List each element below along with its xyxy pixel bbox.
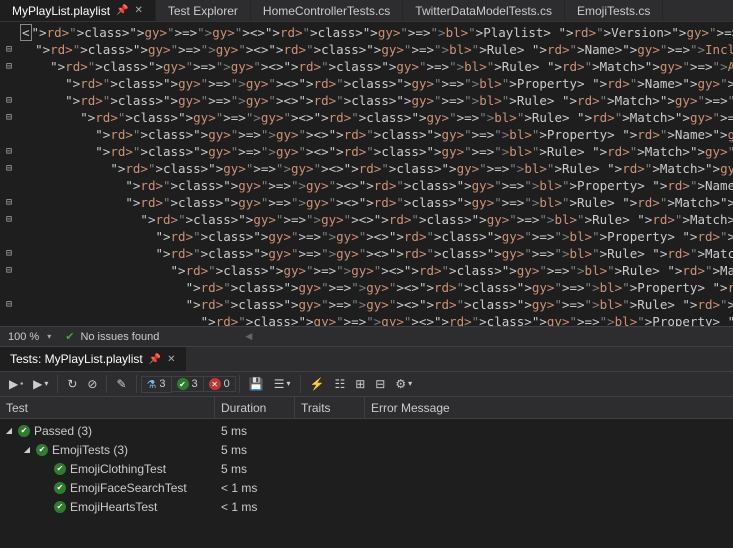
pass-icon: ✔ [54,501,66,513]
zoom-dropdown-icon[interactable]: ▾ [47,332,59,341]
settings-icon[interactable]: ⚙▾ [390,374,417,394]
col-error[interactable]: Error Message [365,397,733,418]
filter-failed[interactable]: ✕0 [203,376,236,392]
test-label: EmojiClothingTest [70,462,166,476]
pass-icon: ✔ [36,444,48,456]
zoom-level[interactable]: 100 % [0,331,47,343]
filter-all[interactable]: ⚗3 [141,376,172,393]
fold-toggle[interactable] [0,75,18,92]
code-content[interactable]: <">rd>">class>">gy>">=>">gy>"><>">rd>">c… [18,22,733,326]
tab-playlist[interactable]: MyPlayList.playlist 📌 ✕ [0,0,156,21]
test-label: EmojiTests (3) [52,443,128,457]
test-row[interactable]: ✔ EmojiHeartsTest < 1 ms [0,497,733,516]
test-duration: < 1 ms [215,500,295,514]
col-traits[interactable]: Traits [295,397,365,418]
test-label: Passed (3) [34,424,92,438]
tab-test-explorer[interactable]: Test Explorer [156,0,251,21]
fold-toggle[interactable] [0,279,18,296]
fold-toggle[interactable]: ⊟ [0,160,18,177]
test-row[interactable]: ◢ ✔ EmojiTests (3) 5 ms [0,440,733,459]
fold-toggle[interactable]: ⊟ [0,92,18,109]
tab-label: EmojiTests.cs [577,4,650,18]
fold-toggle[interactable]: ⊟ [0,262,18,279]
test-duration: 5 ms [215,424,295,438]
fold-toggle[interactable]: ⊟ [0,296,18,313]
test-duration: 5 ms [215,462,295,476]
col-test[interactable]: Test [0,397,215,418]
horizontal-scrollbar[interactable]: ◀ [159,331,733,342]
test-row[interactable]: ◢ ✔ Passed (3) 5 ms [0,421,733,440]
pass-icon: ✔ [54,482,66,494]
test-toolbar: ▶▪ ▶▾ ↻ ⊘ ✎ ⚗3 ✔3 ✕0 💾 ☰▾ ⚡ ☷ ⊞ ⊟ ⚙▾ [0,371,733,397]
fold-toggle[interactable] [0,313,18,326]
tab-emoji-tests[interactable]: EmojiTests.cs [565,0,663,21]
fold-toggle[interactable]: ⊟ [0,245,18,262]
stop-button[interactable]: ⊘ [82,374,102,394]
close-icon[interactable]: ✕ [134,5,142,16]
fold-toggle[interactable] [0,228,18,245]
expander-icon[interactable]: ◢ [4,426,14,435]
test-duration: < 1 ms [215,481,295,495]
test-label: EmojiFaceSearchTest [70,481,187,495]
tab-label: TwitterDataModelTests.cs [415,4,552,18]
test-duration: 5 ms [215,443,295,457]
repeat-button[interactable]: ↻ [62,374,82,394]
playlist-button[interactable]: ☰▾ [269,374,296,394]
close-icon[interactable]: ✕ [167,354,175,365]
group-icon[interactable]: ☷ [329,374,350,394]
fold-toggle[interactable] [0,177,18,194]
editor-tab-bar: MyPlayList.playlist 📌 ✕ Test Explorer Ho… [0,0,733,22]
lightning-icon[interactable]: ⚡ [305,374,330,394]
fold-toggle[interactable] [0,126,18,143]
issues-text: No issues found [80,331,159,343]
check-icon: ✔ [59,330,80,343]
fold-toggle[interactable]: ⊟ [0,41,18,58]
edit-button[interactable]: ✎ [111,374,131,394]
col-duration[interactable]: Duration [215,397,295,418]
tab-label: MyPlayList.playlist [12,4,110,18]
code-editor[interactable]: ⊟⊟⊟⊟⊟⊟⊟⊟⊟⊟⊟ <">rd>">class>">gy>">=>">gy>… [0,22,733,326]
test-label: EmojiHeartsTest [70,500,157,514]
fold-toggle[interactable]: ⊟ [0,194,18,211]
filter-passed[interactable]: ✔3 [171,376,204,392]
test-tree[interactable]: ◢ ✔ Passed (3) 5 ms ◢ ✔ EmojiTests (3) 5 ms ✔ Emo… [0,419,733,548]
tab-label: HomeControllerTests.cs [263,4,390,18]
expand-icon[interactable]: ⊞ [350,374,370,394]
test-columns-header: Test Duration Traits Error Message [0,397,733,419]
fold-toggle[interactable]: ⊟ [0,143,18,160]
test-tab[interactable]: Tests: MyPlayList.playlist 📌 ✕ [0,347,186,371]
expander-icon[interactable]: ◢ [22,445,32,454]
run-all-button[interactable]: ▶▪ [4,374,28,394]
test-explorer-panel: Tests: MyPlayList.playlist 📌 ✕ ▶▪ ▶▾ ↻ ⊘… [0,346,733,548]
fold-toggle[interactable]: ⊟ [0,211,18,228]
test-row[interactable]: ✔ EmojiFaceSearchTest < 1 ms [0,478,733,497]
run-button[interactable]: ▶▾ [28,374,53,394]
pin-icon[interactable]: 📌 [149,354,161,365]
collapse-icon[interactable]: ⊟ [370,374,390,394]
test-tab-bar: Tests: MyPlayList.playlist 📌 ✕ [0,347,733,371]
tab-twitter-data[interactable]: TwitterDataModelTests.cs [403,0,565,21]
save-button[interactable]: 💾 [244,374,269,394]
test-row[interactable]: ✔ EmojiClothingTest 5 ms [0,459,733,478]
editor-status-bar: 100 % ▾ ✔ No issues found ◀ [0,326,733,346]
pass-icon: ✔ [18,425,30,437]
tab-label: Test Explorer [168,4,238,18]
fold-toggle[interactable] [0,24,18,41]
scroll-arrow-left-icon[interactable]: ◀ [245,331,252,342]
fold-gutter[interactable]: ⊟⊟⊟⊟⊟⊟⊟⊟⊟⊟⊟ [0,22,18,326]
pin-icon[interactable]: 📌 [116,5,128,16]
tab-home-controller[interactable]: HomeControllerTests.cs [251,0,403,21]
test-tab-label: Tests: MyPlayList.playlist [10,352,143,366]
pass-icon: ✔ [54,463,66,475]
fold-toggle[interactable]: ⊟ [0,58,18,75]
fold-toggle[interactable]: ⊟ [0,109,18,126]
